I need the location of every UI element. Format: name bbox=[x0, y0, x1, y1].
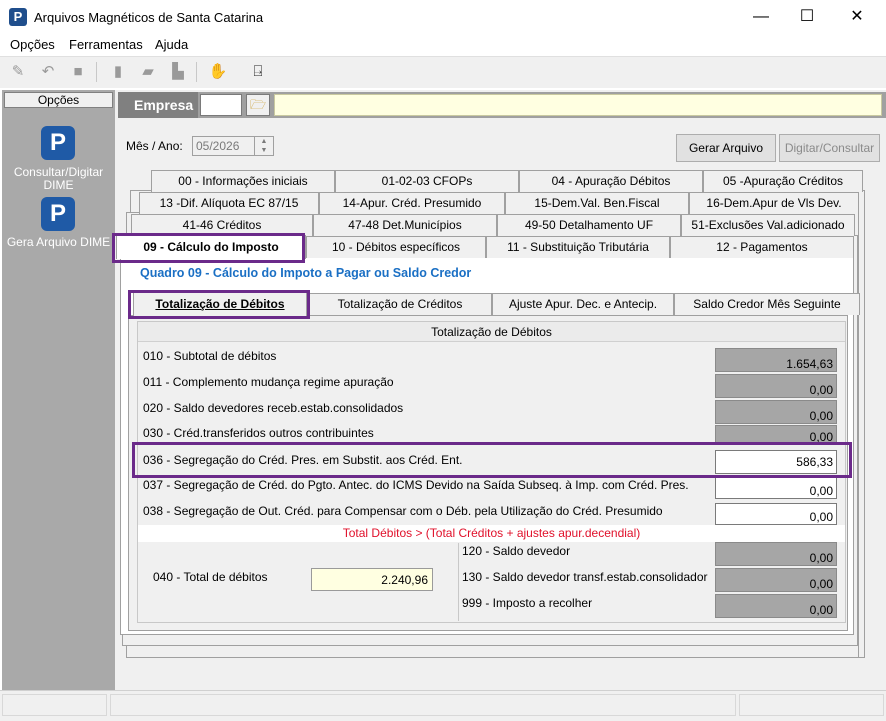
value-field-readonly: 0,00 bbox=[715, 542, 837, 566]
edit-icon[interactable]: ✎ bbox=[8, 62, 28, 82]
row-label: 020 - Saldo devedores receb.estab.consol… bbox=[143, 401, 404, 415]
tab-det-municipios[interactable]: 47-48 Det.Municípios bbox=[313, 214, 497, 236]
status-cell bbox=[739, 694, 884, 716]
highlight-box bbox=[132, 442, 852, 478]
summary-label: 120 - Saldo devedor bbox=[462, 544, 571, 558]
value-input[interactable]: 0,00 bbox=[715, 503, 837, 525]
highlight-box bbox=[112, 233, 305, 263]
summary-label: 130 - Saldo devedor transf.estab.consoli… bbox=[462, 570, 708, 584]
tab-apuracao-debitos[interactable]: 04 - Apuração Débitos bbox=[519, 170, 703, 192]
status-cell bbox=[110, 694, 736, 716]
open-folder-icon[interactable]: 🗁 bbox=[246, 94, 270, 116]
tab-substituicao-tributaria[interactable]: 11 - Substituição Tributária bbox=[486, 236, 670, 258]
p-logo-icon[interactable]: P bbox=[41, 197, 75, 231]
stop-icon[interactable]: ■ bbox=[68, 62, 88, 82]
tab-informacoes-iniciais[interactable]: 00 - Informações iniciais bbox=[151, 170, 335, 192]
row-label: 030 - Créd.transferidos outros contribui… bbox=[143, 426, 374, 440]
row-label: 037 - Segregação de Créd. do Pgto. Antec… bbox=[143, 478, 689, 492]
minimize-button[interactable]: — bbox=[738, 2, 784, 32]
tab-exclusoes-val-adicionado[interactable]: 51-Exclusões Val.adicionado bbox=[681, 214, 855, 236]
tab-dif-aliquota[interactable]: 13 -Dif. Alíquota EC 87/15 bbox=[139, 192, 319, 214]
close-button[interactable]: ✕ bbox=[834, 2, 880, 32]
handshake-icon[interactable]: ✋ bbox=[208, 62, 228, 82]
toolbar bbox=[0, 56, 886, 88]
highlight-box bbox=[128, 290, 310, 319]
mes-ano-label: Mês / Ano: bbox=[126, 139, 183, 153]
value-field-readonly: 1.654,63 bbox=[715, 348, 837, 372]
undo-icon[interactable]: ↶ bbox=[38, 62, 58, 82]
total-debitos-field: 2.240,96 bbox=[311, 568, 433, 591]
spin-arrows-icon[interactable]: ▲ ▼ bbox=[254, 137, 273, 155]
row-label: 010 - Subtotal de débitos bbox=[143, 349, 277, 363]
value-field-readonly: 0,00 bbox=[715, 425, 837, 444]
value-field-readonly: 0,00 bbox=[715, 400, 837, 424]
subtab-totalizacao-creditos[interactable]: Totalização de Créditos bbox=[308, 293, 492, 315]
exit-door-icon[interactable]: ⍈ bbox=[248, 62, 268, 82]
tab-dem-val-ben-fiscal[interactable]: 15-Dem.Val. Ben.Fiscal bbox=[505, 192, 689, 214]
status-cell bbox=[2, 694, 107, 716]
document-icon[interactable]: ▮ bbox=[108, 62, 128, 82]
empresa-code-input[interactable] bbox=[200, 94, 242, 116]
window-title: Arquivos Magnéticos de Santa Catarina bbox=[34, 10, 264, 25]
p-logo-icon[interactable]: P bbox=[41, 126, 75, 160]
menu-ajuda[interactable]: Ajuda bbox=[155, 37, 188, 52]
value-input[interactable]: 0,00 bbox=[715, 477, 837, 499]
value-field-readonly: 0,00 bbox=[715, 374, 837, 398]
print-icon[interactable]: ▰ bbox=[138, 62, 158, 82]
tab-cfops[interactable]: 01-02-03 CFOPs bbox=[335, 170, 519, 192]
maximize-button[interactable]: ☐ bbox=[784, 2, 830, 32]
tab-detalhamento-uf[interactable]: 49-50 Detalhamento UF bbox=[497, 214, 681, 236]
warning-message: Total Débitos > (Total Créditos + ajuste… bbox=[138, 525, 845, 542]
tab-debitos-especificos[interactable]: 10 - Débitos específicos bbox=[306, 236, 486, 258]
sidebar-header: Opções bbox=[4, 92, 113, 108]
menu-opcoes[interactable]: Opções bbox=[10, 37, 55, 52]
subtab-saldo-credor[interactable]: Saldo Credor Mês Seguinte bbox=[674, 293, 860, 315]
empresa-name-field bbox=[274, 94, 882, 116]
row-label: 011 - Complemento mudança regime apuraçã… bbox=[143, 375, 394, 389]
tab-dem-apur-vls-dev[interactable]: 16-Dem.Apur de Vls Dev. bbox=[689, 192, 859, 214]
subtab-ajuste-apur[interactable]: Ajuste Apur. Dec. e Antecip. bbox=[492, 293, 674, 315]
sidebar-item-consultar-digitar[interactable]: Consultar/Digitar DIME bbox=[2, 166, 115, 192]
section-header: Totalização de Débitos bbox=[138, 322, 845, 342]
summary-label: 999 - Imposto a recolher bbox=[462, 596, 593, 610]
export-icon[interactable]: ▙ bbox=[168, 62, 188, 82]
value-field-readonly: 0,00 bbox=[715, 594, 837, 618]
empresa-label: Empresa bbox=[118, 92, 198, 118]
tab-apuracao-creditos[interactable]: 05 -Apuração Créditos bbox=[703, 170, 863, 192]
toolbar-separator bbox=[196, 62, 197, 82]
sidebar-item-gera-arquivo[interactable]: Gera Arquivo DIME bbox=[2, 236, 115, 249]
menu-ferramentas[interactable]: Ferramentas bbox=[69, 37, 143, 52]
total-debitos-label: 040 - Total de débitos bbox=[153, 570, 268, 584]
tab-pagamentos[interactable]: 12 - Pagamentos bbox=[670, 236, 854, 258]
app-logo-icon: P bbox=[9, 8, 27, 26]
tab-apur-cred-presumido[interactable]: 14-Apur. Créd. Presumido bbox=[319, 192, 505, 214]
gerar-arquivo-button[interactable]: Gerar Arquivo bbox=[676, 134, 776, 162]
toolbar-separator bbox=[96, 62, 97, 82]
value-field-readonly: 0,00 bbox=[715, 568, 837, 592]
digitar-consultar-button[interactable]: Digitar/Consultar bbox=[779, 134, 880, 162]
row-label: 038 - Segregação de Out. Créd. para Comp… bbox=[143, 504, 663, 518]
quadro-title: Quadro 09 - Cálculo do Impoto a Pagar ou… bbox=[140, 266, 472, 280]
divider bbox=[458, 543, 459, 621]
